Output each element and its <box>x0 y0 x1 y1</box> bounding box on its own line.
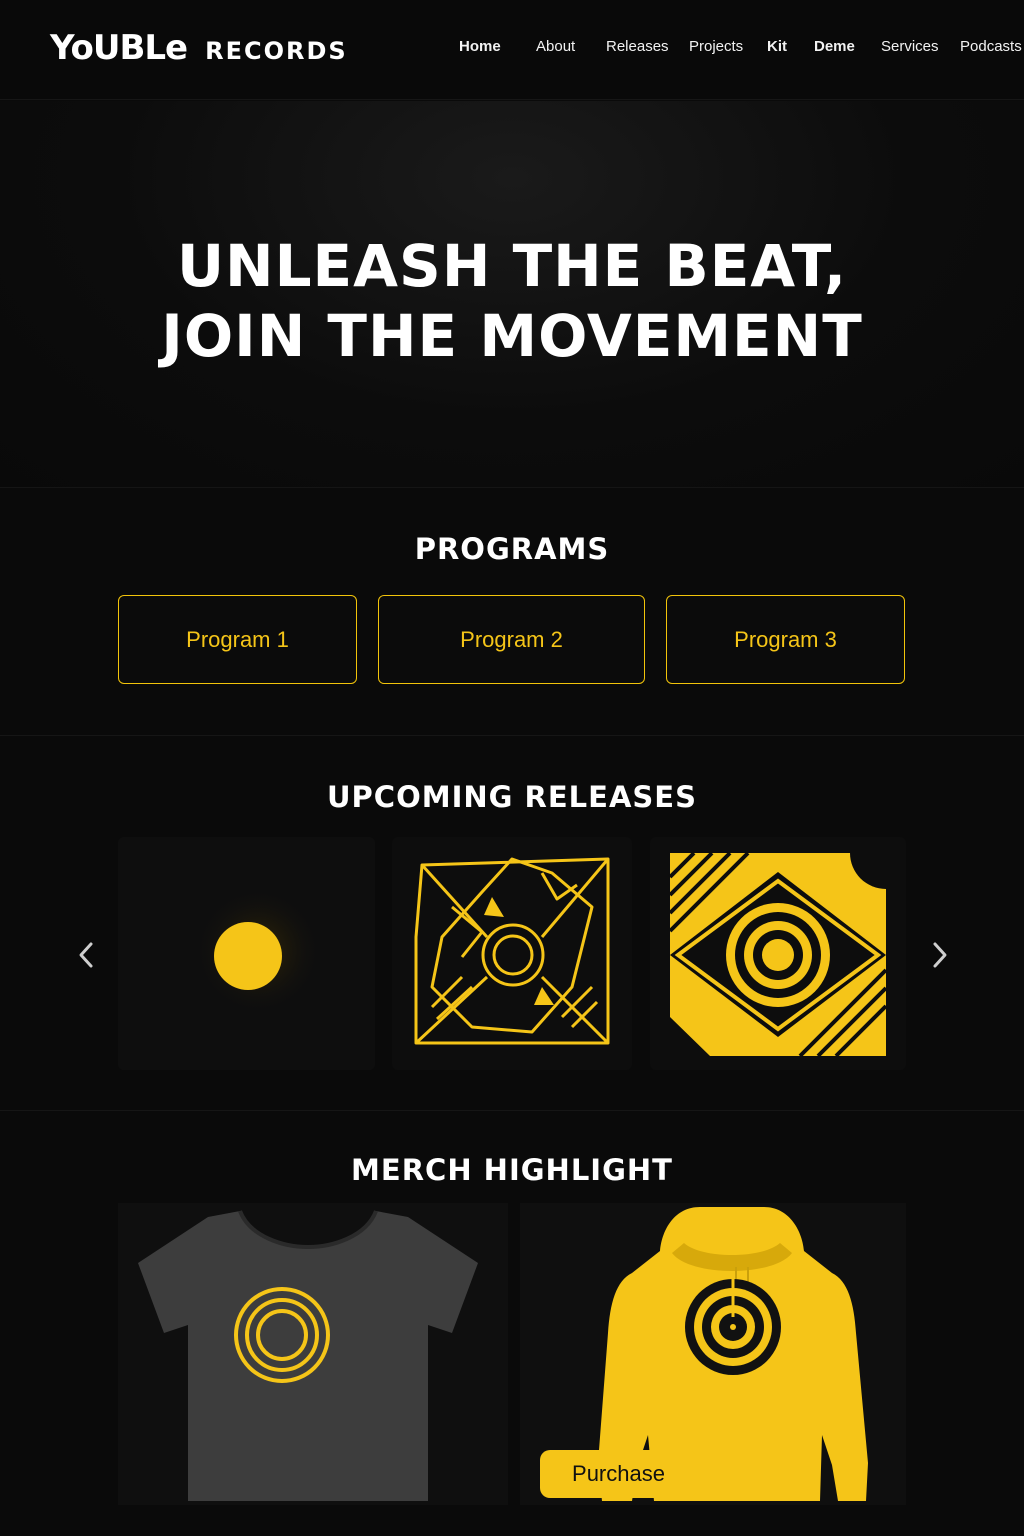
hero-line-1: UNLEASH THE BEAT, <box>176 232 848 300</box>
purchase-button[interactable]: Purchase <box>540 1450 697 1498</box>
header: YoUBLe RECORDS Home About Releases Proje… <box>0 0 1024 100</box>
release-cover-3[interactable] <box>650 837 906 1070</box>
hero-headline: UNLEASH THE BEAT, JOIN THE MOVEMENT <box>0 231 1024 371</box>
chevron-right-icon <box>933 942 947 968</box>
program-card-3[interactable]: Program 3 <box>666 595 905 684</box>
logo[interactable]: YoUBLe RECORDS <box>50 28 348 68</box>
chevron-left-icon <box>79 942 93 968</box>
program-card-1[interactable]: Program 1 <box>118 595 357 684</box>
hero: UNLEASH THE BEAT, JOIN THE MOVEMENT <box>0 101 1024 488</box>
releases-title: UPCOMING RELEASES <box>326 780 697 814</box>
nav-services[interactable]: Services <box>881 38 939 55</box>
divider <box>0 1110 1024 1111</box>
carousel-next-button[interactable] <box>924 938 954 972</box>
release-art-eye <box>650 837 906 1070</box>
release-art-sun <box>118 837 375 1070</box>
nav-deme[interactable]: Deme <box>814 38 855 55</box>
nav-kit[interactable]: Kit <box>767 38 787 55</box>
program-card-2[interactable]: Program 2 <box>378 595 645 684</box>
nav-projects[interactable]: Projects <box>689 38 743 55</box>
merch-item-tshirt[interactable] <box>118 1203 508 1505</box>
release-cover-1[interactable] <box>118 837 375 1070</box>
hero-line-2: JOIN THE MOVEMENT <box>161 302 863 370</box>
divider <box>0 735 1024 736</box>
nav-podcasts[interactable]: Podcasts <box>960 38 1022 55</box>
nav-about[interactable]: About <box>536 38 575 55</box>
release-art-geometric <box>392 837 632 1070</box>
nav-home[interactable]: Home <box>459 38 501 55</box>
brand-sub: RECORDS <box>205 37 348 65</box>
brand-name: YoUBLe <box>50 28 188 68</box>
release-cover-2[interactable] <box>392 837 632 1070</box>
tshirt-image <box>118 1203 508 1505</box>
carousel-prev-button[interactable] <box>72 938 102 972</box>
nav-releases[interactable]: Releases <box>606 38 669 55</box>
merch-title: MERCH HIGHLIGHT <box>351 1153 673 1187</box>
programs-title: PROGRAMS <box>414 532 610 566</box>
